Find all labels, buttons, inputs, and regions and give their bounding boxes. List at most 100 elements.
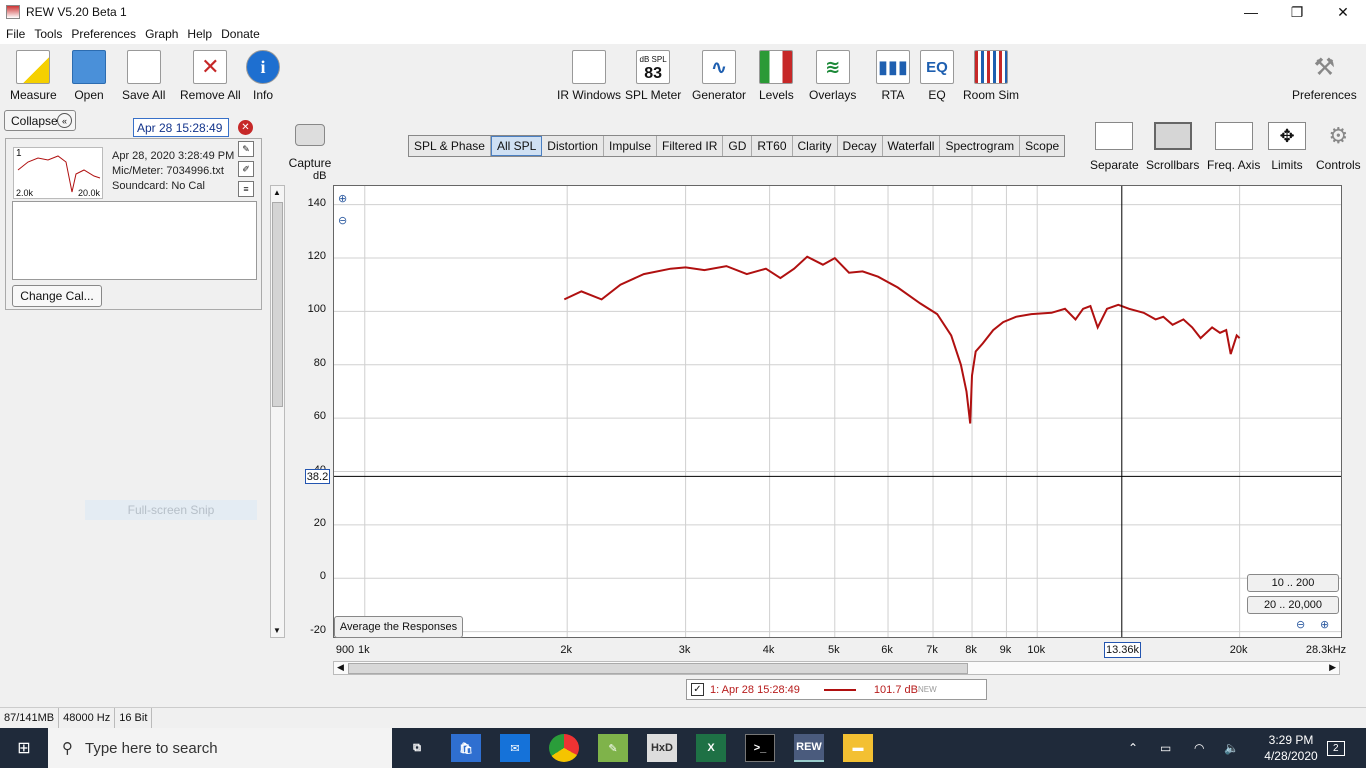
menu-tools[interactable]: Tools (34, 27, 62, 41)
x-tick-label: 1k (357, 644, 370, 656)
eq-button[interactable]: EQ EQ (920, 50, 954, 102)
generator-button[interactable]: ∿ Generator (692, 50, 746, 102)
overlays-button[interactable]: ≋ Overlays (809, 50, 856, 102)
maximize-button[interactable]: ❐ (1274, 0, 1320, 24)
freq-axis-button[interactable]: Freq. Axis (1207, 122, 1260, 172)
zoom-out-y-icon[interactable]: ⊖ (338, 214, 352, 228)
save-all-button[interactable]: Save All (122, 50, 165, 102)
limits-button[interactable]: ✥ Limits (1268, 122, 1306, 172)
average-responses-button[interactable]: Average the Responses (334, 616, 463, 638)
title-bar: REW V5.20 Beta 1 — ❐ ✕ (0, 0, 1366, 24)
remove-measurement-icon[interactable]: ✕ (238, 120, 253, 135)
zoom-out-x-icon[interactable]: ⊖ (1296, 618, 1310, 632)
taskbar-clock[interactable]: 3:29 PM 4/28/2020 (1262, 732, 1320, 764)
tab-spl-phase[interactable]: SPL & Phase (409, 136, 491, 156)
windows-start-icon[interactable]: ⊞ (0, 728, 48, 768)
collapse-button[interactable]: Collapse « (4, 110, 76, 131)
x-tick-label: 900 (335, 644, 355, 656)
color-pen-icon[interactable]: ✐ (238, 161, 254, 177)
scrollbars-button[interactable]: Scrollbars (1146, 122, 1199, 172)
search-icon: ⚲ (62, 740, 73, 757)
scroll-left-icon[interactable]: ◀ (337, 662, 344, 673)
notifications-icon[interactable]: 2 (1327, 728, 1345, 768)
edit-pencil-icon[interactable]: ✎ (238, 141, 254, 157)
tray-chevron-icon[interactable]: ⌃ (1128, 728, 1138, 768)
tab-clarity[interactable]: Clarity (793, 136, 838, 156)
notepad-icon[interactable]: ✎ (598, 734, 628, 762)
scroll-up-icon[interactable]: ▲ (273, 188, 281, 197)
left-vertical-scrollbar[interactable]: ▲ ▼ (270, 185, 285, 638)
y-tick-label: 80 (313, 356, 326, 369)
cursor-y-readout: 38.2 (305, 469, 330, 484)
x-tick-label: 8k (965, 644, 977, 656)
capture-button[interactable]: Capture (289, 124, 331, 170)
menu-graph[interactable]: Graph (145, 27, 178, 41)
spl-meter-button[interactable]: dB SPL 83 SPL Meter (625, 50, 681, 102)
tab-impulse[interactable]: Impulse (604, 136, 658, 156)
levels-button[interactable]: Levels (759, 50, 794, 102)
change-cal-button[interactable]: Change Cal... (12, 285, 102, 307)
minimize-button[interactable]: — (1228, 0, 1274, 24)
zoom-in-y-icon[interactable]: ⊕ (338, 192, 352, 206)
menu-preferences[interactable]: Preferences (71, 27, 136, 41)
taskbar-search[interactable]: ⚲ Type here to search (48, 728, 392, 768)
tab-decay[interactable]: Decay (838, 136, 883, 156)
ir-windows-button[interactable]: IR Windows (557, 50, 621, 102)
tab-gd[interactable]: GD (723, 136, 753, 156)
hxd-icon[interactable]: HxD (647, 734, 677, 762)
y-tick-label: 120 (307, 250, 326, 263)
measurement-visible-checkbox[interactable]: ✓ (691, 683, 704, 696)
notes-icon[interactable]: ≡ (238, 181, 254, 197)
volume-icon[interactable]: 🔈 (1224, 728, 1239, 768)
scroll-thumb[interactable] (272, 202, 283, 407)
windows-taskbar: ⊞ ⚲ Type here to search ⧉ 🛍 ✉ ✎ HxD X >_… (0, 728, 1366, 768)
menu-donate[interactable]: Donate (221, 27, 260, 41)
tab-rt60[interactable]: RT60 (752, 136, 793, 156)
open-button[interactable]: Open (72, 50, 106, 102)
rew-taskbar-icon[interactable]: REW (794, 734, 824, 762)
measurement-soundcard: Soundcard: No Cal (112, 180, 205, 192)
spl-graph[interactable]: ⊕ ⊖ ⊖ ⊕ (333, 185, 1342, 638)
tab-filtered-ir[interactable]: Filtered IR (657, 136, 724, 156)
x-tick-label: 20k (1229, 644, 1248, 656)
store-icon[interactable]: 🛍 (451, 734, 481, 762)
graph-horizontal-scrollbar[interactable]: ◀ ▶ (333, 661, 1340, 675)
x-tick-label: 2k (560, 644, 572, 656)
tab-all-spl[interactable]: All SPL (490, 136, 543, 156)
scroll-down-icon[interactable]: ▼ (273, 626, 281, 635)
tab-waterfall[interactable]: Waterfall (883, 136, 941, 156)
scroll-right-icon[interactable]: ▶ (1329, 662, 1336, 673)
measurement-notes[interactable] (12, 201, 257, 280)
task-view-icon[interactable]: ⧉ (402, 734, 432, 762)
tab-scope[interactable]: Scope (1020, 136, 1064, 156)
network-drive-icon[interactable]: ▭ (1160, 728, 1171, 768)
close-button[interactable]: ✕ (1320, 0, 1366, 24)
measurement-info: Apr 28, 2020 3:28:49 PM Mic/Meter: 70349… (112, 149, 234, 194)
controls-button[interactable]: ⚙ Controls (1316, 122, 1361, 172)
zoom-in-x-icon[interactable]: ⊕ (1320, 618, 1334, 632)
excel-icon[interactable]: X (696, 734, 726, 762)
file-explorer-icon[interactable]: ▬ (843, 734, 873, 762)
y-tick-label: 100 (307, 303, 326, 316)
menu-help[interactable]: Help (187, 27, 212, 41)
remove-all-button[interactable]: ✕ Remove All (180, 50, 241, 102)
terminal-icon[interactable]: >_ (745, 734, 775, 762)
tab-distortion[interactable]: Distortion (542, 136, 604, 156)
wifi-icon[interactable]: ◠ (1194, 728, 1204, 768)
rta-button[interactable]: ▮▮▮ RTA (876, 50, 910, 102)
range-20-20000-button[interactable]: 20 .. 20,000 (1247, 596, 1339, 614)
preferences-button[interactable]: ⚒ Preferences (1292, 50, 1357, 103)
chrome-icon[interactable] (549, 734, 579, 762)
horizontal-scroll-thumb[interactable] (348, 663, 968, 674)
room-sim-button[interactable]: Room Sim (963, 50, 1019, 102)
menu-file[interactable]: File (6, 27, 25, 41)
measure-button[interactable]: Measure (10, 50, 57, 102)
separate-button[interactable]: Separate (1090, 122, 1139, 172)
measurement-thumbnail[interactable]: 1 2.0k 20.0k (13, 147, 103, 199)
info-button[interactable]: i Info (246, 50, 280, 102)
cursor-x-readout: 13.36k (1104, 642, 1141, 658)
tab-spectrogram[interactable]: Spectrogram (940, 136, 1021, 156)
mail-icon[interactable]: ✉ (500, 734, 530, 762)
measurement-name-field[interactable] (133, 118, 229, 137)
range-10-200-button[interactable]: 10 .. 200 (1247, 574, 1339, 592)
